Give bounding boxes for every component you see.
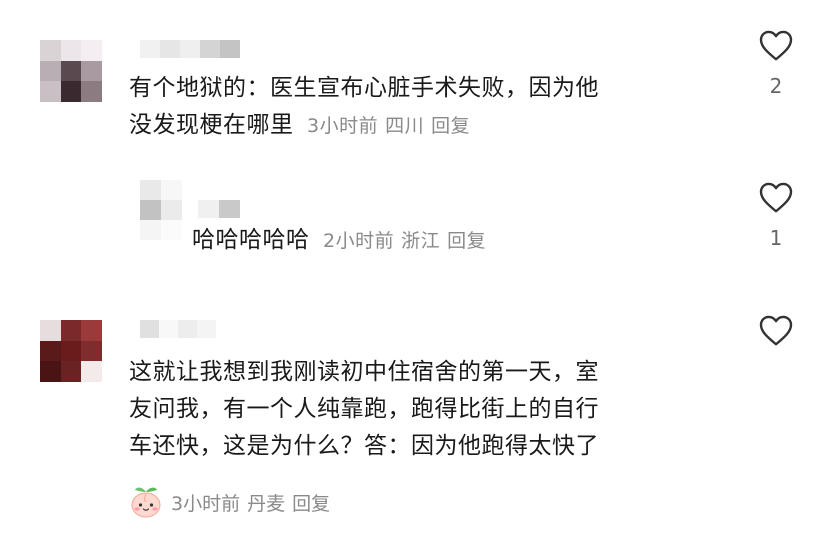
like-count: 1	[769, 226, 783, 250]
like-button[interactable]	[758, 28, 794, 62]
like-button[interactable]	[758, 313, 794, 347]
comment-location: 四川	[385, 115, 425, 137]
comment-text-line: 这就让我想到我刚读初中住宿舍的第一天，室	[129, 359, 599, 385]
comment-time: 3小时前	[171, 493, 241, 515]
heart-outline-icon	[759, 182, 793, 213]
avatar[interactable]	[40, 320, 102, 382]
username[interactable]	[140, 40, 240, 58]
comment-text-line: 车还快，这是为什么？答：因为他跑得太快了	[129, 433, 599, 459]
heart-outline-icon	[759, 315, 793, 346]
reply-button[interactable]: 回复	[292, 493, 330, 515]
reply-time: 2小时前	[323, 230, 395, 252]
comment-text-line: 没发现梗在哪里 3小时前 四川 回复	[129, 107, 729, 144]
like-count: 2	[769, 74, 783, 98]
comment-location: 丹麦	[247, 493, 286, 515]
avatar[interactable]	[40, 40, 102, 102]
reply-button[interactable]: 回复	[447, 230, 486, 252]
reply-text: 哈哈哈哈哈 2小时前 浙江 回复	[192, 222, 712, 259]
heart-outline-icon	[759, 30, 793, 61]
username[interactable]	[140, 320, 216, 338]
comment-text: 有个地狱的：医生宣布心脏手术失败，因为他 没发现梗在哪里 3小时前 四川 回复	[129, 70, 729, 144]
reply-username[interactable]	[198, 200, 240, 218]
comment-text-line: 友问我，有一个人纯靠跑，跑得比街上的自行	[129, 396, 599, 422]
reply-location: 浙江	[401, 230, 441, 252]
comment-text-line: 有个地狱的：医生宣布心脏手术失败，因为他	[129, 75, 599, 101]
reply-button[interactable]: 回复	[431, 115, 470, 137]
comment-text: 这就让我想到我刚读初中住宿舍的第一天，室 友问我，有一个人纯靠跑，跑得比街上的自…	[129, 354, 729, 465]
comment-meta: 3小时前 丹麦 回复	[129, 486, 330, 522]
reply-avatar[interactable]	[140, 180, 182, 240]
reply-text-content: 哈哈哈哈哈	[192, 227, 310, 253]
like-button[interactable]	[758, 180, 794, 214]
comment-time: 3小时前	[307, 115, 379, 137]
comment-text-line-end: 没发现梗在哪里	[129, 112, 294, 138]
peach-face-sticker-icon	[129, 486, 163, 522]
